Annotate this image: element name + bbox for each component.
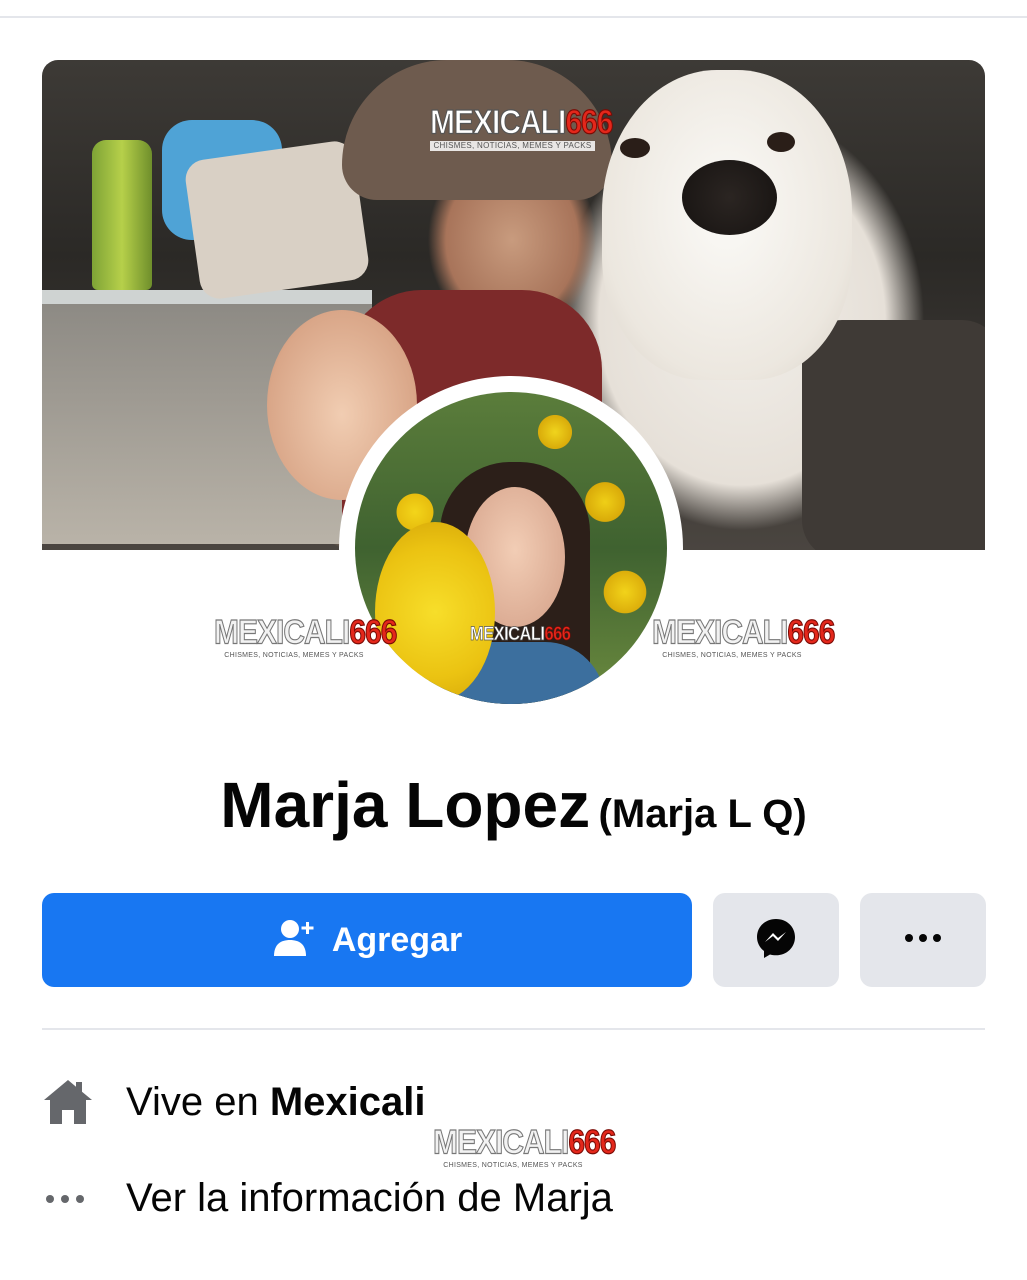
watermark-right: MEXICALI666 CHISMES, NOTICIAS, MEMES Y P… xyxy=(651,613,836,660)
watermark-logo: MEXICALI666 xyxy=(651,613,835,652)
watermark-logo: MEXICALI666 xyxy=(432,1123,616,1162)
cover-dog-eye xyxy=(620,138,650,158)
watermark-avatar: MEXICALI666 xyxy=(470,623,571,645)
watermark-cover: MEXICALI666 CHISMES, NOTICIAS, MEMES Y P… xyxy=(429,103,614,151)
watermark-tagline: CHISMES, NOTICIAS, MEMES Y PACKS xyxy=(433,1161,593,1170)
watermark-logo: MEXICALI666 xyxy=(213,613,397,652)
cover-bottle xyxy=(92,140,152,290)
avatar-flowers xyxy=(375,522,495,702)
message-button[interactable] xyxy=(713,893,839,987)
cover-dog-nose xyxy=(682,160,777,235)
profile-name: Marja Lopez (Marja L Q) xyxy=(0,768,1027,842)
home-icon xyxy=(42,1078,126,1126)
see-about-text: Ver la información de Marja xyxy=(126,1176,613,1220)
more-horizontal-icon xyxy=(903,931,943,949)
profile-primary-name: Marja Lopez xyxy=(220,769,591,841)
more-options-button[interactable] xyxy=(860,893,986,987)
add-friend-button[interactable]: Agregar xyxy=(42,893,692,987)
section-divider xyxy=(42,1028,985,1030)
more-horizontal-icon xyxy=(42,1193,126,1205)
cover-blanket xyxy=(802,320,985,550)
watermark-tagline: CHISMES, NOTICIAS, MEMES Y PACKS xyxy=(652,651,812,660)
add-friend-label: Agregar xyxy=(331,920,463,959)
profile-avatar[interactable] xyxy=(355,392,667,704)
top-divider xyxy=(0,16,1027,18)
lives-in-text: Vive en Mexicali xyxy=(126,1079,426,1124)
watermark-logo: MEXICALI666 xyxy=(470,623,571,645)
watermark-left: MEXICALI666 CHISMES, NOTICIAS, MEMES Y P… xyxy=(213,613,398,660)
add-friend-icon xyxy=(272,918,316,963)
watermark-info: MEXICALI666 CHISMES, NOTICIAS, MEMES Y P… xyxy=(432,1123,617,1170)
messenger-icon xyxy=(754,916,798,965)
cover-dog-eye xyxy=(767,132,795,152)
watermark-tagline: CHISMES, NOTICIAS, MEMES Y PACKS xyxy=(430,141,595,151)
see-about-row[interactable]: Ver la información de Marja xyxy=(42,1176,613,1221)
watermark-logo: MEXICALI666 xyxy=(429,103,613,142)
watermark-tagline: CHISMES, NOTICIAS, MEMES Y PACKS xyxy=(214,651,374,660)
lives-in-city[interactable]: Mexicali xyxy=(270,1080,426,1124)
lives-in-row: Vive en Mexicali xyxy=(42,1078,425,1126)
profile-alternate-name: (Marja L Q) xyxy=(598,792,807,836)
